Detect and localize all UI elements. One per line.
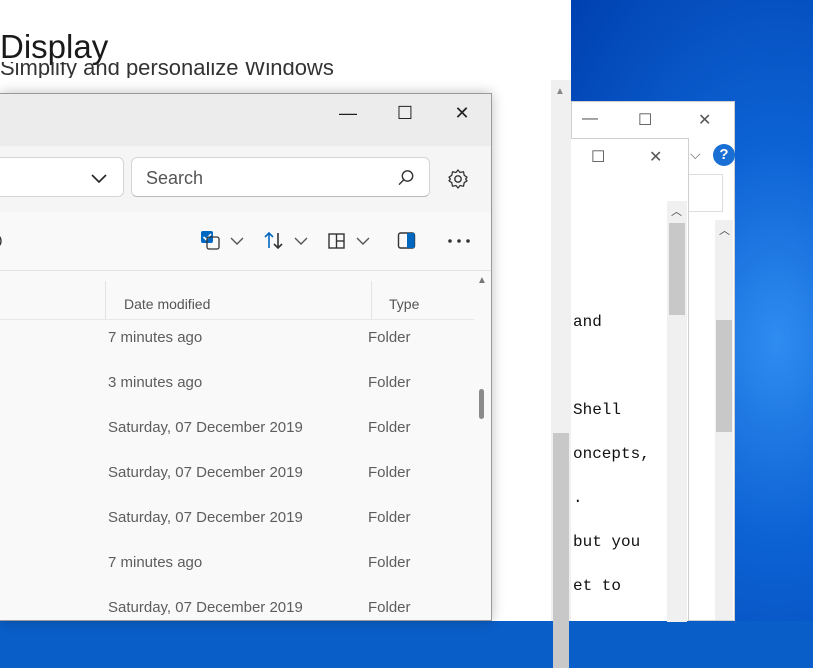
table-row[interactable]: 3 minutes ago Folder (0, 365, 474, 410)
help-icon[interactable]: ? (713, 144, 735, 166)
column-header-date-modified[interactable]: Date modified (124, 296, 210, 312)
maximize-button[interactable]: ☐ (638, 110, 652, 130)
address-bar[interactable] (0, 157, 124, 197)
row-date: Saturday, 07 December 2019 (108, 599, 303, 616)
search-input[interactable] (144, 164, 388, 192)
settings-scrollbar[interactable]: ▲ (551, 80, 571, 668)
row-type: Folder (368, 509, 411, 526)
gear-icon[interactable] (447, 168, 469, 190)
title-bar[interactable]: ☐ ✕ (571, 139, 688, 177)
title-bar[interactable]: — ☐ ✕ (0, 94, 491, 146)
close-button[interactable]: ✕ (698, 110, 711, 130)
scrollbar-thumb[interactable] (479, 389, 484, 419)
text-content[interactable]: and Shell oncepts, . but you et to (571, 201, 667, 622)
row-type: Folder (368, 419, 411, 436)
scroll-up-icon[interactable]: ▲ (555, 86, 565, 97)
minimize-button[interactable]: — (582, 110, 598, 128)
row-type: Folder (368, 374, 411, 391)
scroll-up-icon[interactable]: ▲ (477, 275, 487, 286)
table-row[interactable]: 7 minutes ago Folder (0, 545, 474, 590)
text-line: and (573, 313, 602, 331)
table-row[interactable]: Saturday, 07 December 2019 Folder (0, 455, 474, 500)
column-divider[interactable] (105, 281, 106, 319)
page-title: Display (0, 28, 109, 65)
address-row (0, 146, 491, 213)
column-header-type[interactable]: Type (389, 296, 419, 312)
title-bar[interactable]: — ☐ ✕ (572, 102, 734, 140)
details-pane-icon[interactable] (397, 230, 417, 252)
table-row[interactable]: Saturday, 07 December 2019 Folder (0, 500, 474, 545)
row-date: 7 minutes ago (108, 554, 203, 571)
row-date: 7 minutes ago (108, 329, 203, 346)
scrollbar-thumb[interactable] (669, 223, 685, 315)
view-layout-icon[interactable] (328, 230, 374, 252)
close-button[interactable]: ✕ (649, 147, 662, 167)
row-date: 3 minutes ago (108, 374, 203, 391)
maximize-button[interactable]: ☐ (377, 94, 433, 132)
row-date: Saturday, 07 December 2019 (108, 509, 303, 526)
select-checkbox-icon[interactable] (200, 230, 246, 252)
scrollbar-thumb[interactable] (553, 433, 569, 668)
scroll-up-icon[interactable]: ︿ (719, 222, 730, 238)
notepad-window-front[interactable]: ☐ ✕ and Shell oncepts, . but you et to ︿ (571, 138, 689, 622)
vertical-scrollbar[interactable]: ▲ (474, 271, 490, 622)
command-bar (0, 212, 491, 271)
page-subtitle: Simplify and personalize Windows (0, 62, 334, 78)
column-divider[interactable] (371, 281, 372, 319)
text-line: but you (573, 533, 641, 551)
scrollbar-thumb[interactable] (716, 320, 732, 432)
file-explorer-window[interactable]: — ☐ ✕ Search Date modified Type 7 minute… (0, 93, 492, 621)
text-line: oncepts, (573, 445, 650, 463)
text-line: Shell (573, 401, 622, 419)
row-type: Folder (368, 464, 411, 481)
scroll-up-icon[interactable]: ︿ (671, 203, 682, 219)
row-date: Saturday, 07 December 2019 (108, 419, 303, 436)
row-type: Folder (368, 554, 411, 571)
chevron-down-icon[interactable] (89, 168, 109, 188)
partial-circle-icon[interactable] (0, 230, 8, 252)
text-line: . (573, 489, 583, 507)
close-button[interactable]: ✕ (434, 94, 490, 132)
more-options-icon[interactable] (447, 230, 473, 252)
minimize-button[interactable]: — (320, 94, 376, 132)
text-line: et to (573, 577, 622, 595)
sort-icon[interactable] (264, 230, 310, 252)
row-type: Folder (368, 329, 411, 346)
column-header-row: Date modified Type (0, 271, 474, 320)
vertical-scrollbar[interactable]: ︿ (715, 220, 733, 620)
vertical-scrollbar[interactable]: ︿ (667, 201, 687, 622)
row-date: Saturday, 07 December 2019 (108, 464, 303, 481)
chevron-down-icon[interactable]: ⌵ (690, 146, 701, 163)
search-box[interactable] (131, 157, 430, 197)
maximize-button[interactable]: ☐ (591, 147, 605, 167)
table-row[interactable]: Saturday, 07 December 2019 Folder (0, 410, 474, 455)
table-row[interactable]: 7 minutes ago Folder (0, 320, 474, 365)
row-type: Folder (368, 599, 411, 616)
search-icon[interactable] (397, 169, 415, 187)
table-row[interactable]: Saturday, 07 December 2019 Folder (0, 590, 474, 635)
